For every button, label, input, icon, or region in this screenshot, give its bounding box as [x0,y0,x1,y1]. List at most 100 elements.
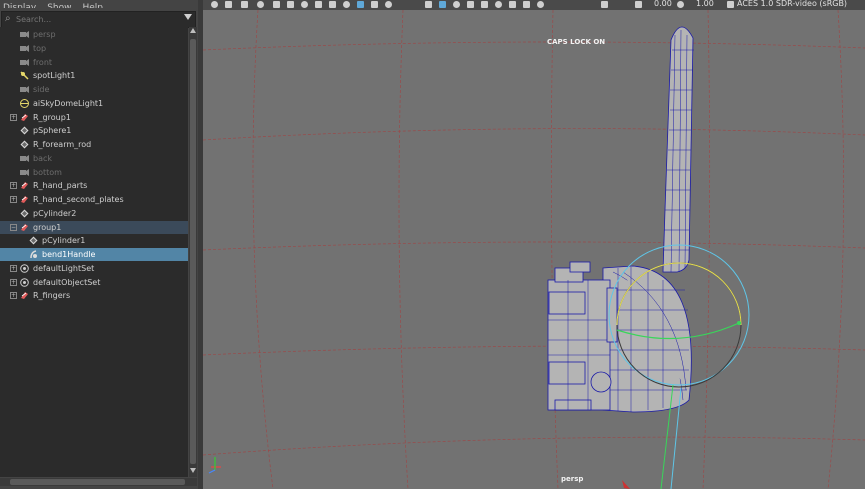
ambient-occlusion-icon[interactable] [425,1,432,8]
outliner-item-bend1handle[interactable]: bend1Handle [0,248,188,261]
outliner-item-spotlight1[interactable]: spotLight1 [0,69,188,82]
outliner-item-top[interactable]: top [0,42,188,55]
color-space-label[interactable]: ACES 1.0 SDR-video (sRGB) [737,0,847,8]
expand-icon[interactable]: + [10,196,17,203]
bookmark-icon[interactable] [241,1,248,8]
viewport-scene[interactable] [203,10,865,489]
caps-lock-indicator: CAPS LOCK ON [547,38,606,46]
resolution-gate-icon[interactable] [509,1,516,8]
camera-icon [20,85,29,94]
field-chart-icon[interactable] [523,1,530,8]
outliner-item-label: defaultObjectSet [33,277,101,287]
outliner-item-label: side [33,85,50,94]
search-options-chevron-icon[interactable] [184,14,192,20]
outliner-item-bottom[interactable]: bottom [0,166,188,179]
exposure-icon[interactable] [635,1,642,8]
outliner-item-defaultobjectset[interactable]: + defaultObjectSet [0,276,188,289]
xray-joints-icon[interactable] [481,1,488,8]
wireframe-icon[interactable] [315,1,322,8]
outliner-item-label: R_hand_parts [33,181,88,191]
outliner-item-r-group1[interactable]: + R_group1 [0,111,188,124]
outliner-item-label: pCylinder2 [33,208,77,218]
grid [203,10,865,489]
grease-pencil-icon[interactable] [287,1,294,8]
outliner-item-r-hand-second-plates[interactable]: + R_hand_second_plates [0,193,188,206]
search-bar: ⌕ [1,11,196,28]
image-plane-icon[interactable] [257,1,264,8]
gamma-icon[interactable] [677,1,684,8]
expand-icon[interactable]: + [10,182,17,190]
menu-show[interactable]: Show [47,3,71,8]
lights-icon[interactable] [371,1,378,8]
camera-icon [20,168,29,177]
outliner-item-pcylinder1[interactable]: pCylinder1 [0,234,188,247]
outliner-item-label: bottom [33,167,62,177]
grid-icon[interactable] [273,1,280,8]
outliner-vertical-scrollbar[interactable] [189,27,197,477]
outliner-item-psphere1[interactable]: pSphere1 [0,124,188,137]
deformer-icon [29,250,38,259]
group-icon [20,291,29,300]
axis-gizmo-icon [208,457,221,474]
outliner-item-side[interactable]: side [0,83,188,96]
outliner-item-r-hand-parts[interactable]: + R_hand_parts [0,179,188,192]
search-input[interactable] [16,13,176,26]
motion-blur-icon[interactable] [439,1,446,8]
outliner-item-label: pSphere1 [33,126,72,136]
gate-mask-icon[interactable] [601,1,608,8]
isolate-icon[interactable] [495,1,502,8]
outliner-item-label: pCylinder1 [42,236,86,246]
mesh-icon [29,236,38,245]
camera-icon [20,154,29,163]
outliner-menubar: Display Show Help [0,0,200,8]
outliner-item-aiskydomelight1[interactable]: aiSkyDomeLight1 [0,97,188,110]
outliner-item-back[interactable]: back [0,152,188,165]
shaded-wire-icon[interactable] [343,1,350,8]
scroll-down-arrow-icon[interactable] [190,468,196,473]
outliner-item-label: top [33,43,47,53]
group-icon [20,195,29,204]
outliner-item-pcylinder2[interactable]: pCylinder2 [0,207,188,220]
film-icon[interactable] [225,1,232,8]
menu-help[interactable]: Help [82,3,103,8]
skydome-icon [20,98,29,108]
color-mgmt-icon[interactable] [727,1,734,8]
expand-icon[interactable]: + [10,264,17,272]
collapse-icon[interactable]: − [10,223,17,231]
outliner-item-persp[interactable]: persp [0,28,188,41]
outliner-horizontal-scrollbar[interactable] [0,478,197,486]
outliner-item-label: back [33,153,53,163]
outliner-item-defaultlightset[interactable]: + defaultLightSet [0,262,188,275]
safe-action-icon[interactable] [537,1,544,8]
outliner-item-label: front [33,57,53,67]
anti-alias-icon[interactable] [453,1,460,8]
camera-icon [20,44,29,53]
mesh-icon [20,209,29,218]
smooth-shade-icon[interactable] [329,1,336,8]
scrollbar-thumb[interactable] [190,39,196,464]
outliner-item-front[interactable]: front [0,56,188,69]
camera-menu-icon[interactable] [211,1,218,8]
menu-display[interactable]: Display [3,3,36,8]
expand-icon[interactable]: + [10,292,17,300]
shadows-icon[interactable] [385,1,392,8]
outliner-item-group1[interactable]: − group1 [0,220,188,234]
outliner-item-r-fingers[interactable]: + R_fingers [0,289,188,302]
search-icon: ⌕ [5,13,11,24]
textured-icon[interactable] [357,1,364,8]
camera-attrs-icon[interactable] [301,1,308,8]
viewport-panel[interactable]: 0.00 1.00 ACES 1.0 SDR-video (sRGB) CAPS… [203,0,865,489]
outliner-tree: persp top front spotLight1 side aiSkyDomeLigh… [0,27,188,477]
spotlight-icon [20,71,29,80]
xray-icon[interactable] [467,1,474,8]
scrollbar-thumb[interactable] [10,479,185,485]
camera-name-label: persp [561,475,584,483]
mesh-icon [20,140,29,149]
outliner-item-r-forearm-rod[interactable]: R_forearm_rod [0,138,188,151]
scroll-up-arrow-icon[interactable] [190,28,196,33]
gamma-value[interactable]: 1.00 [696,0,714,8]
exposure-value[interactable]: 0.00 [654,0,672,8]
expand-icon[interactable]: + [10,113,17,121]
outliner-item-label: defaultLightSet [33,263,95,273]
expand-icon[interactable]: + [10,278,17,286]
